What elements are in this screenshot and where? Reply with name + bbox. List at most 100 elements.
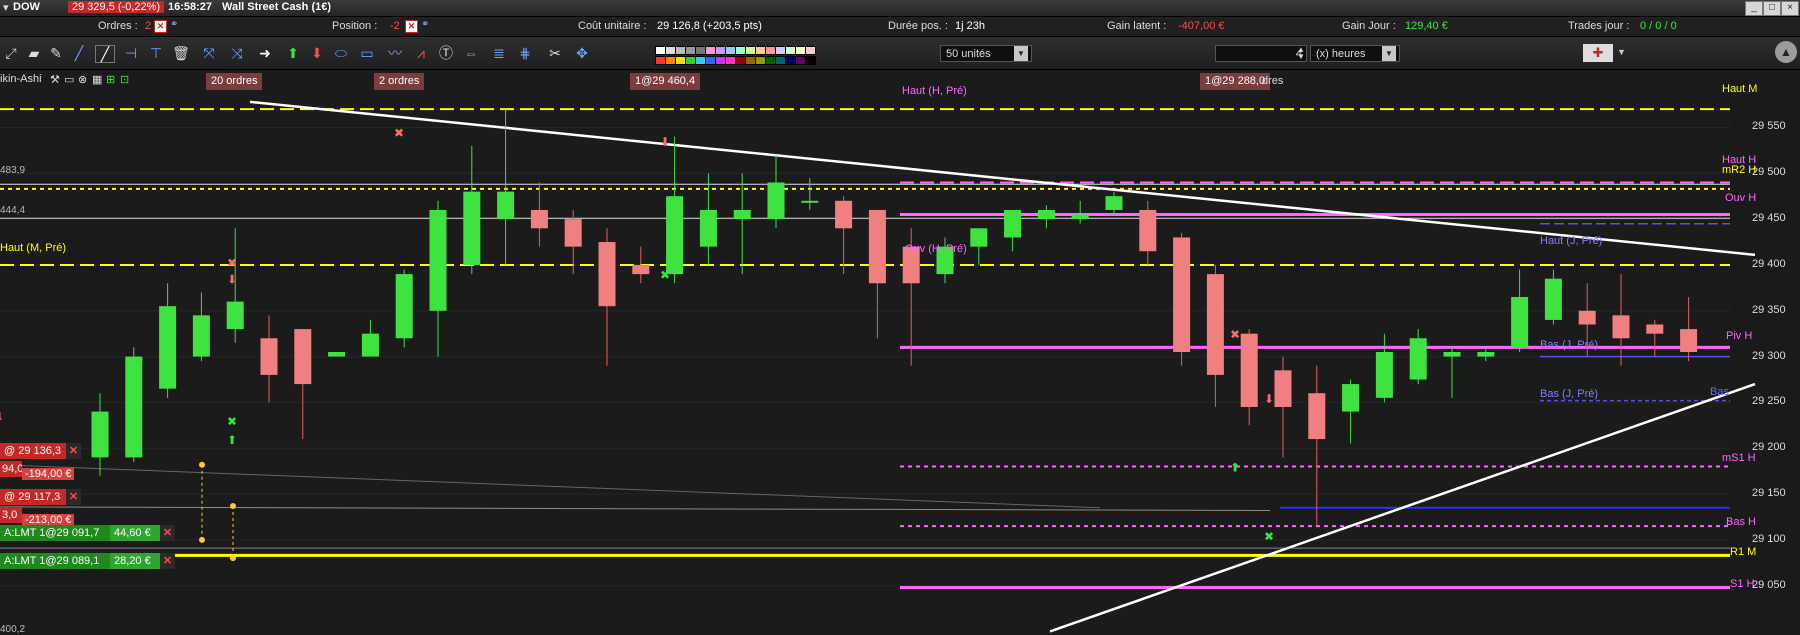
position-label: Position : xyxy=(332,20,378,32)
eraser-icon[interactable]: ▰ xyxy=(25,45,43,61)
pencil-icon[interactable]: ✎ xyxy=(47,45,65,61)
ellipse-icon[interactable]: ⬭ xyxy=(332,45,350,61)
candle-body xyxy=(801,200,819,203)
signal-marker: ⬆ xyxy=(227,433,237,447)
signal-marker: ⬆ xyxy=(1230,461,1240,475)
candle-body xyxy=(598,242,616,307)
chevron-down-icon: ▼ xyxy=(1014,46,1028,61)
position-row[interactable]: @ 29 117,3 ✕ xyxy=(0,489,81,505)
level-label: Ouv H xyxy=(1725,192,1757,204)
measure-icon[interactable]: ⇔ xyxy=(462,45,480,61)
level-label: 400,2 xyxy=(0,624,26,635)
close-icon[interactable]: ✕ xyxy=(66,443,81,459)
signal-marker: ✖ xyxy=(660,268,670,282)
price-tick-label: 29 500 xyxy=(1752,166,1786,179)
close-icon[interactable]: × xyxy=(1781,1,1799,16)
arrow-up-icon[interactable]: ⬆ xyxy=(284,45,302,61)
scroll-up-icon[interactable]: ▲ xyxy=(1775,41,1797,63)
level-label: 444,4 xyxy=(0,205,26,216)
color-swatch[interactable] xyxy=(805,56,816,65)
pointer-icon[interactable]: ✥ xyxy=(573,45,591,61)
link-icon[interactable]: ⚭ xyxy=(421,19,429,30)
wave-icon[interactable]: 〰 xyxy=(386,45,404,61)
limit-order-row[interactable]: A:LMT 1@29 089,1 28,20 € ✕ xyxy=(0,553,175,569)
limit-order-row[interactable]: A:LMT 1@29 091,7 44,60 € ✕ xyxy=(0,525,175,541)
grid-icon[interactable]: ⋕ xyxy=(516,45,534,61)
period-stepper-icon[interactable]: ▲ ▼ xyxy=(1297,46,1305,61)
candle-body xyxy=(1173,237,1191,352)
close-chart-icon[interactable]: ⊗ xyxy=(78,73,87,86)
window-icon[interactable]: ▭ xyxy=(64,73,74,86)
candle-body xyxy=(1646,324,1664,334)
limit-order-value: 28,20 € xyxy=(110,553,160,569)
candle-body xyxy=(125,356,143,458)
candle-body xyxy=(1274,370,1292,407)
candle-body xyxy=(1206,274,1224,375)
fibonacci-icon[interactable]: ⤨ xyxy=(228,45,246,61)
order-dot xyxy=(230,555,236,562)
maximize-icon[interactable]: □ xyxy=(1763,1,1781,16)
level-label: Bas (J, Pré) xyxy=(1540,388,1599,400)
level-label: mR2 H xyxy=(1722,164,1757,176)
minimize-icon[interactable]: _ xyxy=(1745,1,1763,16)
candle-body xyxy=(699,209,717,247)
signal-marker: ✖ xyxy=(227,256,237,270)
zigzag-icon[interactable]: ⩘ xyxy=(412,45,430,61)
add-indicator-icon[interactable]: ⊞ xyxy=(106,73,115,86)
crosshair-icon[interactable]: ⤧ xyxy=(200,45,218,61)
line-icon[interactable]: ╱ xyxy=(70,45,88,61)
vertical-line-icon[interactable]: ⊤ xyxy=(147,45,165,61)
color-swatch[interactable] xyxy=(805,46,816,55)
order-tag[interactable]: 1@29 460,4 xyxy=(630,73,701,90)
candle-body xyxy=(328,352,346,357)
candle-body xyxy=(192,315,210,357)
close-orders-icon[interactable]: ✕ xyxy=(154,20,167,33)
position-info-row: Ordres : 2 ✕ ⚭ Position : -2 ✕ ⚭ Coût un… xyxy=(0,17,1800,37)
price-tick-label: 29 300 xyxy=(1752,349,1786,362)
close-icon[interactable]: ✕ xyxy=(66,489,81,505)
candle-body xyxy=(767,182,785,220)
order-tag[interactable]: 20 ordres xyxy=(206,73,263,90)
dropdown-arrow-icon[interactable]: ▾ xyxy=(3,1,9,14)
period-input[interactable]: 4 xyxy=(1215,45,1307,62)
candle-body xyxy=(361,333,379,357)
candle-body xyxy=(868,209,886,284)
cursor-icon[interactable]: ⤢ xyxy=(2,45,20,61)
level-label: S1 H xyxy=(1730,578,1755,590)
horizontal-line-icon[interactable]: ⊣ xyxy=(122,45,140,61)
link-icon[interactable]: ⚭ xyxy=(170,19,178,30)
signal-marker: ⬇ xyxy=(0,410,4,424)
export-icon[interactable]: ⊡ xyxy=(120,73,129,86)
order-tag[interactable]: 2 ordres xyxy=(374,73,425,90)
level-label: Bas (J, Pré) xyxy=(1540,339,1599,351)
close-position-icon[interactable]: ✕ xyxy=(405,20,418,33)
settings-icon[interactable]: ⚒ xyxy=(50,73,60,86)
period-unit-select[interactable]: (x) heures ▼ xyxy=(1310,45,1400,62)
text-icon[interactable]: Ⓣ xyxy=(437,45,455,61)
color-palette[interactable] xyxy=(655,46,816,68)
close-icon[interactable]: ✕ xyxy=(160,525,175,541)
candle-body xyxy=(1477,352,1495,357)
chevron-down-icon[interactable]: ▼ xyxy=(1617,47,1626,57)
candle-body xyxy=(1342,384,1360,412)
tools-icon[interactable]: ✂ xyxy=(546,45,564,61)
candle-body xyxy=(497,191,515,220)
arrow-down-icon[interactable]: ⬇ xyxy=(308,45,326,61)
rectangle-icon[interactable]: ▭ xyxy=(358,45,376,61)
arrow-right-icon[interactable]: ➜ xyxy=(256,45,274,61)
candle-body xyxy=(1612,315,1630,339)
price-tick-label: 29 350 xyxy=(1752,303,1786,316)
chart-area[interactable]: ✖ ✖ ⬇ ⬇ ✖ ⬆ ⬆ ✖ ✖ ⬇ ⬆ ✖ ⬇ ikin-Ashi ⚒ ▭ ⊗ ▦ ⊞ ⊡ xyxy=(0,70,1800,634)
position-price: @ 29 117,3 xyxy=(0,489,66,505)
order-tag[interactable]: 1@29 288,0 xyxy=(1200,73,1271,90)
close-icon[interactable]: ✕ xyxy=(160,553,175,569)
folder-icon[interactable]: ▦ xyxy=(92,73,102,86)
candlestick-chart[interactable]: ✖ ✖ ⬇ ⬇ ✖ ⬆ ⬆ ✖ ✖ ⬇ ⬆ ✖ ⬇ xyxy=(0,70,1800,634)
candle-body xyxy=(733,209,751,220)
channel-icon[interactable]: ≣ xyxy=(490,45,508,61)
units-select[interactable]: 50 unités ▼ xyxy=(940,45,1032,62)
position-row[interactable]: @ 29 136,3 ✕ xyxy=(0,443,81,459)
line-active-icon[interactable]: ╱ xyxy=(95,45,115,63)
indicator-menu-icon[interactable]: ✚ xyxy=(1583,44,1613,62)
trash-icon[interactable]: 🗑 xyxy=(172,45,190,61)
